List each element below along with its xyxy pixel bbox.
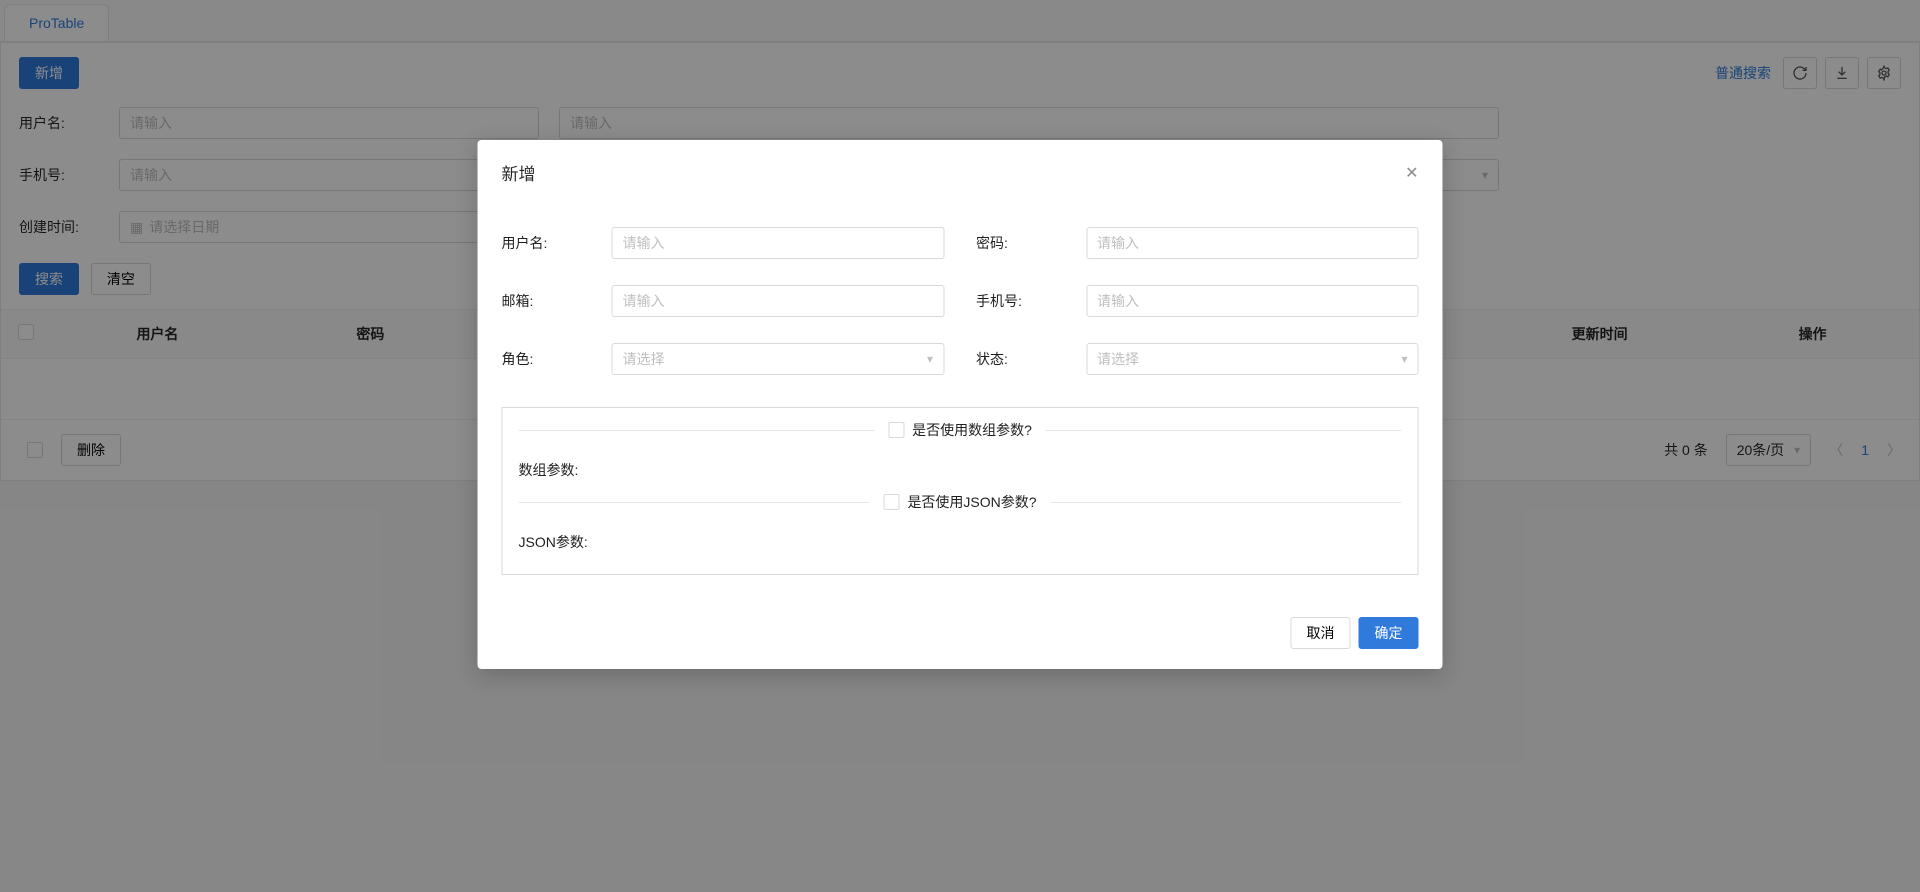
m-role-select-placeholder: 请选择 bbox=[623, 349, 665, 369]
m-password-input[interactable] bbox=[1086, 227, 1419, 259]
json-question: 是否使用JSON参数? bbox=[907, 492, 1036, 512]
m-phone-label: 手机号: bbox=[976, 291, 1086, 311]
m-status-label: 状态: bbox=[976, 349, 1086, 369]
array-param-label: 数组参数: bbox=[519, 462, 579, 478]
array-checkbox[interactable] bbox=[888, 422, 904, 438]
modal-title: 新增 bbox=[502, 160, 536, 185]
json-param-label: JSON参数: bbox=[519, 534, 588, 550]
cancel-button[interactable]: 取消 bbox=[1291, 617, 1351, 649]
m-username-input[interactable] bbox=[612, 227, 945, 259]
json-checkbox[interactable] bbox=[883, 494, 899, 510]
m-email-input[interactable] bbox=[612, 285, 945, 317]
m-status-select[interactable]: 请选择 ▾ bbox=[1086, 343, 1419, 375]
m-phone-input[interactable] bbox=[1086, 285, 1419, 317]
chevron-down-icon: ▾ bbox=[927, 352, 933, 366]
m-role-label: 角色: bbox=[502, 349, 612, 369]
m-username-label: 用户名: bbox=[502, 233, 612, 253]
add-modal: 新增 ✕ 用户名: 密码: 邮箱: 手机号: bbox=[478, 140, 1443, 669]
m-status-select-placeholder: 请选择 bbox=[1097, 349, 1139, 369]
m-role-select[interactable]: 请选择 ▾ bbox=[612, 343, 945, 375]
ok-button[interactable]: 确定 bbox=[1359, 617, 1419, 649]
close-icon[interactable]: ✕ bbox=[1405, 163, 1418, 183]
m-password-label: 密码: bbox=[976, 233, 1086, 253]
array-question: 是否使用数组参数? bbox=[912, 420, 1032, 440]
m-email-label: 邮箱: bbox=[502, 291, 612, 311]
chevron-down-icon: ▾ bbox=[1401, 352, 1407, 366]
